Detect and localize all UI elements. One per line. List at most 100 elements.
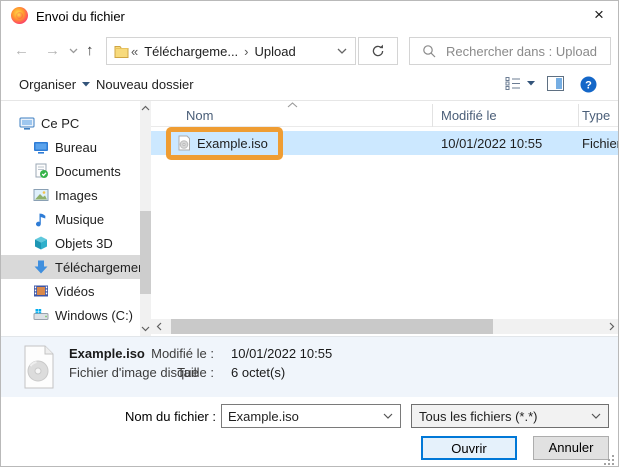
cancel-button[interactable]: Annuler — [533, 436, 609, 460]
details-modified-label: Modifié le : — [141, 346, 214, 361]
search-placeholder: Rechercher dans : Upload — [446, 44, 597, 59]
details-modified-value: 10/01/2022 10:55 — [231, 346, 332, 361]
scrollbar-thumb[interactable] — [140, 211, 151, 294]
sidebar-scrollbar[interactable] — [140, 101, 151, 336]
view-mode-button[interactable] — [505, 76, 535, 91]
iso-file-icon — [176, 135, 192, 151]
list-view-icon — [505, 76, 521, 91]
help-icon: ? — [580, 76, 597, 93]
resize-grip[interactable] — [603, 454, 615, 466]
sidebar-item-label: Windows (C:) — [55, 308, 133, 323]
new-folder-button[interactable]: Nouveau dossier — [96, 77, 194, 92]
sidebar-item-label: Objets 3D — [55, 236, 113, 251]
file-row-example-iso[interactable]: Example.iso 10/01/2022 10:55 Fichier d'i… — [151, 131, 619, 155]
address-dropdown-icon[interactable] — [337, 48, 347, 54]
file-list: Nom Modifié le Type Example.iso 10/01/20… — [151, 101, 619, 336]
documents-icon — [33, 163, 49, 179]
sidebar-item-telechargements[interactable]: Téléchargements — [1, 255, 140, 279]
organize-button[interactable]: Organiser — [19, 77, 90, 92]
sidebar-item-label: Documents — [55, 164, 121, 179]
search-input[interactable]: Rechercher dans : Upload — [409, 37, 611, 65]
list-horizontal-scrollbar[interactable] — [151, 319, 619, 334]
details-pane: Example.iso Fichier d'image disque Modif… — [1, 336, 618, 397]
details-size-value: 6 octet(s) — [231, 365, 285, 380]
refresh-button[interactable] — [358, 37, 398, 65]
scroll-down-icon[interactable] — [141, 326, 150, 332]
iso-file-large-icon — [21, 345, 57, 389]
video-icon — [33, 283, 49, 299]
sidebar-item-bureau[interactable]: Bureau — [1, 135, 140, 159]
open-button[interactable]: Ouvrir — [421, 436, 517, 460]
navigation-bar: ← → ↑ « Téléchargeme... › Upload — [1, 33, 618, 69]
sidebar-item-musique[interactable]: Musique — [1, 207, 140, 231]
window-title: Envoi du fichier — [36, 9, 125, 24]
column-header-type[interactable]: Type — [582, 108, 610, 123]
sidebar-item-ce-pc[interactable]: Ce PC — [1, 111, 140, 135]
sidebar-item-windows-c[interactable]: Windows (C:) — [1, 303, 140, 327]
search-icon — [422, 44, 436, 58]
sidebar-item-label: Vidéos — [55, 284, 95, 299]
scroll-left-icon[interactable] — [156, 322, 162, 331]
organize-label: Organiser — [19, 77, 76, 92]
sidebar-item-label: Bureau — [55, 140, 97, 155]
desktop-icon — [33, 139, 49, 155]
breadcrumb-parent[interactable]: Téléchargeme... — [140, 44, 242, 59]
breadcrumb-collapse[interactable]: « — [129, 44, 140, 59]
history-chevron-icon[interactable] — [69, 48, 78, 54]
sidebar-item-objets-3d[interactable]: Objets 3D — [1, 231, 140, 255]
scroll-up-icon[interactable] — [141, 105, 150, 111]
address-bar[interactable]: « Téléchargeme... › Upload — [106, 37, 356, 65]
sidebar: Ce PC Bureau Documents Images Musique — [1, 101, 140, 336]
details-file-name: Example.iso — [69, 346, 145, 361]
help-button[interactable]: ? — [580, 76, 597, 93]
folder-icon — [114, 44, 129, 58]
scrollbar-thumb[interactable] — [171, 319, 493, 334]
column-header-nom[interactable]: Nom — [186, 108, 213, 123]
sidebar-item-videos[interactable]: Vidéos — [1, 279, 140, 303]
footer: Nom du fichier : Example.iso Tous les fi… — [1, 397, 618, 467]
sidebar-item-images[interactable]: Images — [1, 183, 140, 207]
column-divider[interactable] — [578, 104, 579, 127]
file-modified: 10/01/2022 10:55 — [441, 136, 542, 151]
sidebar-item-label: Téléchargements — [55, 260, 140, 275]
up-icon[interactable]: ↑ — [86, 41, 94, 61]
view-mode-chevron-icon — [527, 81, 535, 86]
file-type: Fichier d'image disque — [582, 136, 619, 151]
download-icon — [33, 259, 49, 275]
preview-pane-icon — [547, 76, 564, 91]
breadcrumb-separator: › — [242, 44, 250, 59]
titlebar: Envoi du fichier × — [1, 1, 618, 31]
filter-dropdown-icon — [591, 413, 601, 419]
music-icon — [33, 211, 49, 227]
pc-icon — [19, 115, 35, 131]
command-toolbar: Organiser Nouveau dossier ? — [1, 69, 618, 101]
file-type-filter-select[interactable]: Tous les fichiers (*.*) — [411, 404, 609, 428]
new-folder-label: Nouveau dossier — [96, 77, 194, 92]
drive-icon — [33, 307, 49, 323]
list-header: Nom Modifié le Type — [151, 104, 619, 127]
breadcrumb-current[interactable]: Upload — [251, 44, 300, 59]
preview-pane-button[interactable] — [547, 76, 564, 91]
filename-value: Example.iso — [228, 409, 299, 424]
sidebar-item-label: Musique — [55, 212, 104, 227]
svg-text:?: ? — [585, 80, 592, 92]
file-name: Example.iso — [197, 136, 268, 151]
back-icon[interactable]: ← — [14, 41, 29, 61]
scroll-right-icon[interactable] — [609, 322, 615, 331]
filename-dropdown-icon[interactable] — [383, 413, 393, 419]
sidebar-item-label: Ce PC — [41, 116, 79, 131]
forward-icon[interactable]: → — [45, 41, 60, 61]
close-button[interactable]: × — [584, 1, 614, 29]
organize-chevron-icon — [82, 82, 90, 87]
sidebar-item-label: Images — [55, 188, 98, 203]
details-size-label: Taille : — [141, 365, 214, 380]
cube-icon — [33, 235, 49, 251]
column-divider[interactable] — [432, 104, 433, 127]
column-header-modifie[interactable]: Modifié le — [441, 108, 497, 123]
images-icon — [33, 187, 49, 203]
file-upload-dialog: Envoi du fichier × ← → ↑ « Téléchargeme.… — [0, 0, 619, 467]
sidebar-item-documents[interactable]: Documents — [1, 159, 140, 183]
firefox-icon — [11, 7, 28, 24]
filename-input[interactable]: Example.iso — [221, 404, 401, 428]
filename-label: Nom du fichier : — [101, 409, 216, 424]
